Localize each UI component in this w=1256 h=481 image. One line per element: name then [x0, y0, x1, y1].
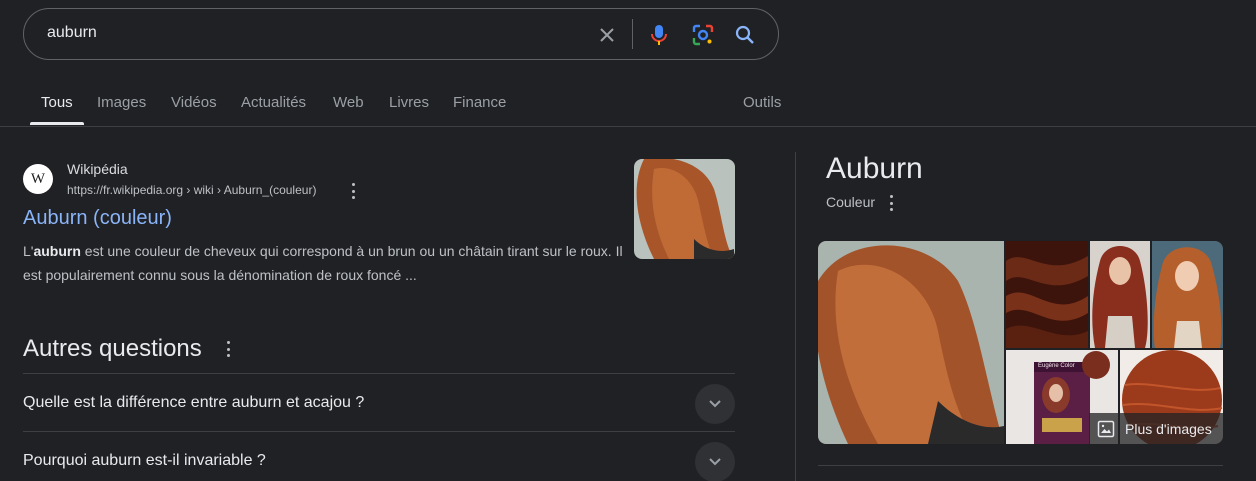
tools-button[interactable]: Outils — [743, 94, 781, 111]
tab-images[interactable]: Images — [97, 94, 146, 111]
paa-more-options-icon[interactable] — [222, 341, 234, 357]
result-more-options-icon[interactable] — [347, 183, 359, 199]
paa-question-text: Pourquoi auburn est-il invariable ? — [23, 452, 266, 469]
knowledge-panel-subtitle: Couleur — [826, 194, 876, 210]
tab-videos[interactable]: Vidéos — [171, 94, 217, 111]
hair-image-waves[interactable] — [1006, 241, 1088, 348]
tab-finance[interactable]: Finance — [453, 94, 506, 111]
search-bar-divider — [632, 19, 633, 49]
knowledge-panel-title: Auburn — [826, 152, 923, 185]
image-icon — [1097, 420, 1115, 437]
paa-question-text: Quelle est la différence entre auburn et… — [23, 394, 365, 411]
search-tabs: Tous Images Vidéos Actualités Web Livres… — [0, 82, 1256, 127]
result-thumbnail[interactable] — [634, 159, 735, 259]
tab-web[interactable]: Web — [333, 94, 364, 111]
mic-icon[interactable] — [646, 22, 672, 48]
paa-question[interactable]: Pourquoi auburn est-il invariable ? — [23, 431, 735, 481]
paa-title: Autres questions — [23, 335, 202, 362]
result-url[interactable]: https://fr.wikipedia.org › wiki › Auburn… — [67, 183, 316, 197]
result-snippet: L'auburn est une couleur de cheveux qui … — [23, 243, 623, 283]
tab-livres[interactable]: Livres — [389, 94, 429, 111]
wikipedia-favicon: W — [23, 164, 53, 194]
clear-icon[interactable] — [594, 22, 620, 48]
more-images-button[interactable]: Plus d'images — [1089, 413, 1223, 444]
more-images-label: Plus d'images — [1125, 420, 1212, 437]
hair-image-woman-2[interactable] — [1152, 241, 1223, 348]
knowledge-panel-bottom-divider — [818, 465, 1223, 466]
hair-image-woman-1[interactable] — [1090, 241, 1150, 348]
paa-question[interactable]: Quelle est la différence entre auburn et… — [23, 373, 735, 431]
lens-icon[interactable] — [690, 22, 716, 48]
result-title-link[interactable]: Auburn (couleur) — [23, 207, 172, 230]
hair-image-main[interactable] — [818, 241, 1004, 444]
tab-tous[interactable]: Tous — [41, 94, 73, 111]
search-bar[interactable]: auburn — [23, 8, 779, 60]
result-site-name[interactable]: Wikipédia — [67, 161, 128, 177]
search-input[interactable]: auburn — [47, 24, 97, 42]
search-icon[interactable] — [732, 22, 758, 48]
chevron-down-icon[interactable] — [695, 384, 735, 424]
knowledge-panel-divider — [795, 152, 796, 481]
chevron-down-icon[interactable] — [695, 442, 735, 481]
active-tab-indicator — [30, 122, 84, 125]
tab-actualites[interactable]: Actualités — [241, 94, 306, 111]
product-box-text: Eugène Color — [1038, 363, 1075, 369]
knowledge-panel-more-icon[interactable] — [885, 195, 897, 211]
